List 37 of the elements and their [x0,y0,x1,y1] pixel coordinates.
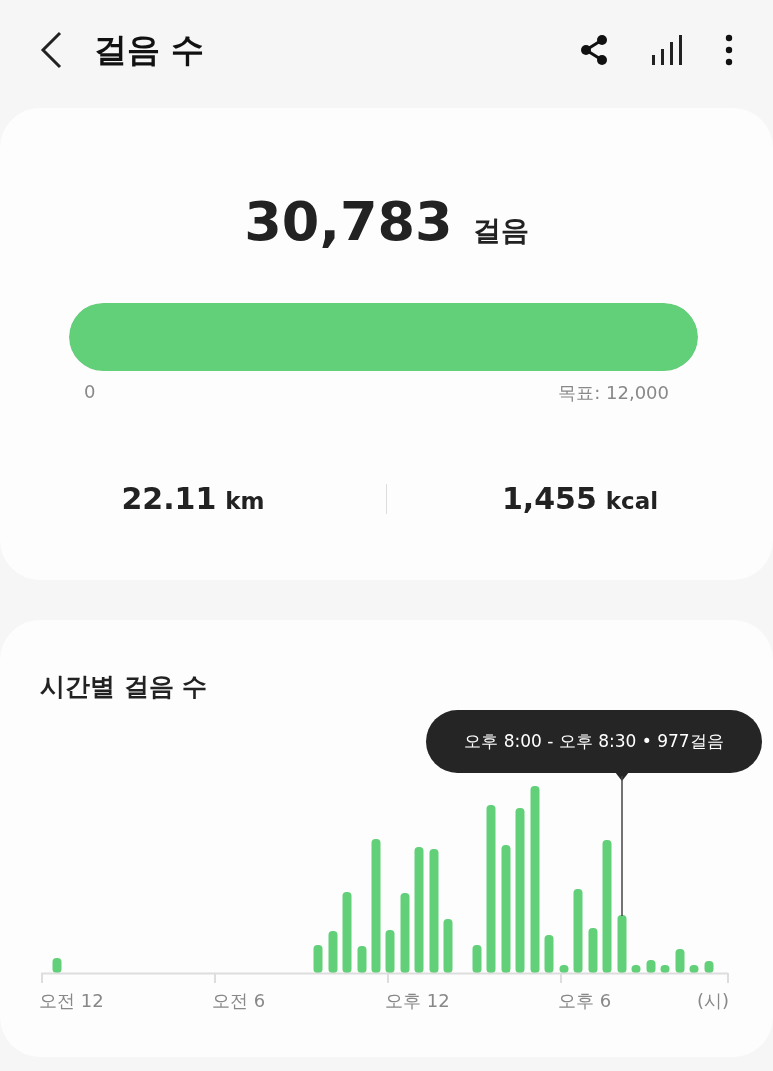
progress-start-label: 0 [84,381,96,404]
chart-bar [704,961,714,973]
chart-bar [646,960,656,973]
chart-bar [52,958,62,973]
chart-bar [313,945,323,973]
back-icon[interactable] [38,31,64,69]
axis-label: (시) [697,989,730,1013]
chart-bar [385,930,395,973]
stat-unit: kcal [605,488,659,514]
chart-tooltip: 오후 8:00 - 오후 8:30 • 977걸음 [426,710,762,773]
stat-unit: km [225,488,265,514]
goal-label: 목표: 12,000 [558,381,669,405]
chart-bar [675,949,685,973]
axis-label: 오전 6 [212,989,266,1013]
stat-value: 22.11 [121,481,217,516]
chart-bar [617,915,627,973]
chart-bar [588,928,598,973]
chart-bar [443,919,453,973]
page-title: 걸음 수 [94,28,206,71]
chart-bar [544,935,554,973]
chart-bar [357,946,367,973]
axis-label: 오전 12 [39,989,104,1013]
share-icon[interactable] [579,34,609,66]
chart-bar [660,965,670,973]
chart-bar [631,965,641,973]
axis-label: 오후 6 [558,989,612,1013]
chart-bar [328,931,338,973]
step-count: 30,783 [244,190,453,253]
axis-label: 오후 12 [385,989,450,1013]
chart-bar [559,965,569,973]
step-unit: 걸음 [472,213,529,249]
chart-bar [472,945,482,973]
chart-bar [689,965,699,973]
chart-title: 시간별 걸음 수 [40,671,209,703]
more-options-icon[interactable] [725,34,733,66]
signal-bars-icon[interactable] [651,35,683,65]
stat-value: 1,455 [501,481,597,516]
